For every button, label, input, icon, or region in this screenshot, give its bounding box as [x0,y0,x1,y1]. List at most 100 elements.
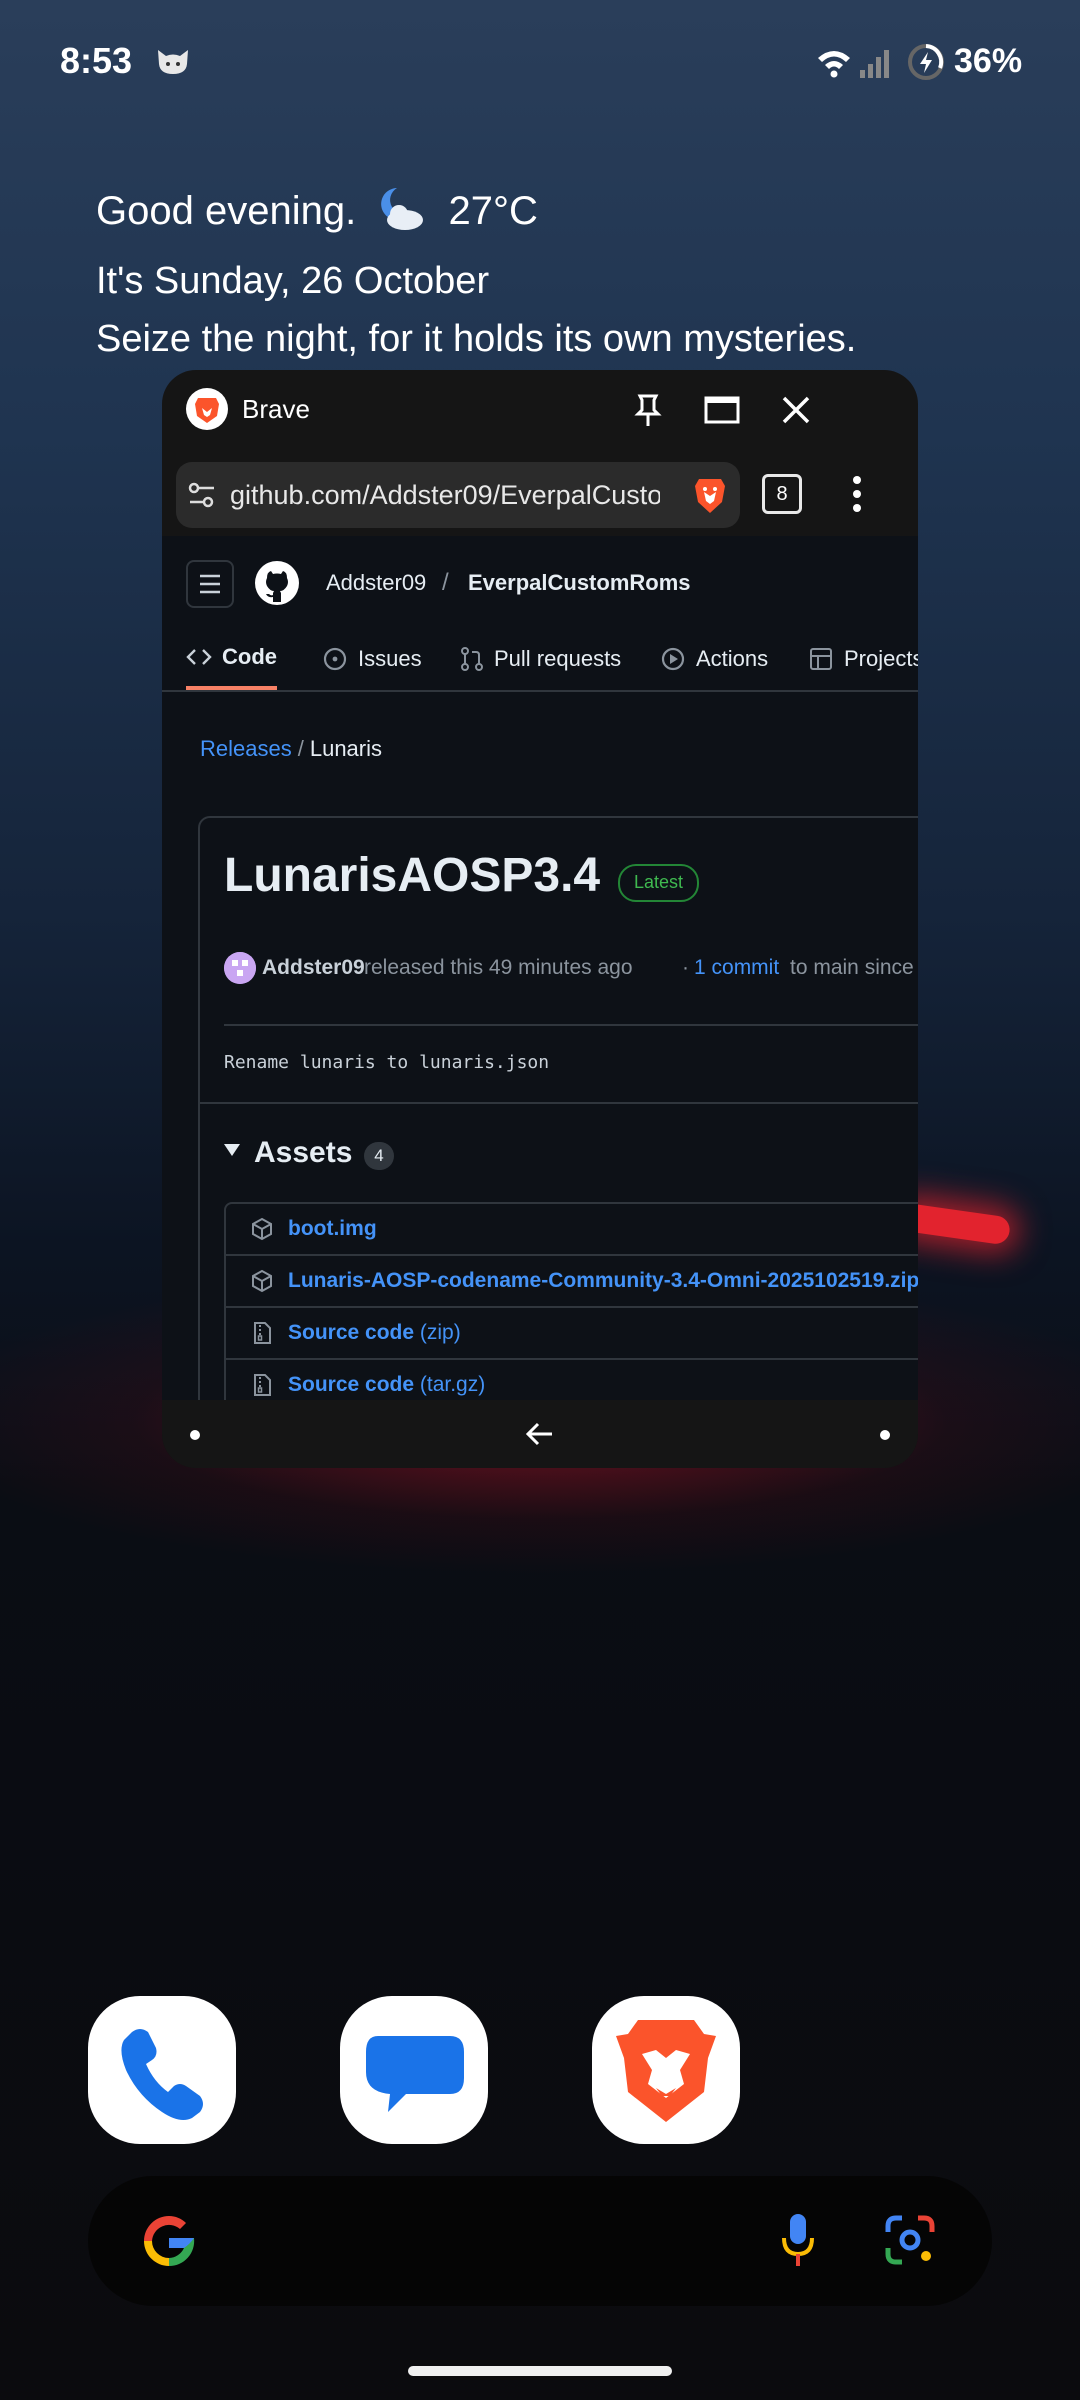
site-settings-icon[interactable] [186,479,218,511]
release-meta: Addster09 released this 49 minutes ago ·… [224,952,918,992]
release-card: LunarisAOSP3.4 Latest Addster09 released… [198,816,918,1400]
assets-count-badge: 4 [364,1142,394,1170]
release-time-text: released this 49 minutes ago [364,956,633,979]
release-breadcrumb: Releases / Lunaris [200,736,382,762]
avatar-pattern-icon [224,952,256,984]
repo-name-link[interactable]: EverpalCustomRoms [468,570,691,596]
breadcrumb-current: Lunaris [309,736,382,761]
github-logo-icon[interactable] [254,560,300,606]
messages-app-icon [366,2036,464,2112]
table-icon [810,648,832,670]
home-gesture-bar[interactable] [408,2366,672,2376]
tab-projects-label: Projects [844,646,918,671]
asset-link[interactable]: Source code (zip) [288,1321,461,1345]
asset-row[interactable]: Lunaris-AOSP-codename-Community-3.4-Omni… [226,1256,918,1308]
maximize-icon[interactable] [700,388,744,432]
brave-logo-icon [186,388,228,430]
brave-floating-window[interactable]: Brave github.com/Addster09/EverpalCustom… [162,370,918,1468]
date-line[interactable]: It's Sunday, 26 October [96,260,489,303]
cat-notification-icon [158,50,188,74]
url-text[interactable]: github.com/Addster09/EverpalCustomRoms [230,480,660,511]
asset-link[interactable]: Lunaris-AOSP-codename-Community-3.4-Omni… [288,1269,918,1293]
play-circle-icon [661,647,685,671]
package-icon [252,1217,272,1241]
meta-separator: · [682,956,689,979]
brave-app-icon [616,2020,716,2122]
release-author-link[interactable]: Addster09 [262,956,365,980]
file-zip-icon [254,1374,271,1396]
latest-badge: Latest [618,864,700,902]
status-bar: 8:53 36% [0,0,1080,130]
release-notes: Rename lunaris to lunaris.json [224,1052,550,1073]
hamburger-icon [200,574,220,594]
divider [200,1102,918,1104]
messages-app[interactable] [340,1996,488,2144]
tab-count-button[interactable]: 8 [762,474,802,514]
commits-since-text: to main since this release [790,956,918,979]
phone-app-icon [121,2029,203,2120]
window-nav-bar [162,1400,918,1468]
tab-code-label: Code [222,644,277,669]
repo-tabs: Code Issues Pull requests Actions Projec… [162,628,918,692]
asset-row[interactable]: Source code (tar.gz) [226,1360,918,1400]
repo-owner-link[interactable]: Addster09 [326,570,426,596]
battery-percent: 36% [954,42,1023,80]
releases-link[interactable]: Releases [200,736,292,761]
asset-link[interactable]: boot.img [288,1217,377,1241]
back-arrow-icon[interactable] [522,1418,558,1450]
brave-shields-icon[interactable] [690,475,730,517]
release-title: LunarisAOSP3.4 [224,849,601,902]
quote-line: Seize the night, for it holds its own my… [96,318,857,360]
package-icon [252,1269,272,1293]
nav-dot-right[interactable] [880,1430,890,1440]
disclosure-triangle-icon [224,1144,240,1156]
status-time: 8:53 [60,40,133,81]
repo-path-separator: / [442,569,449,596]
moon-cloud-weather-icon [381,188,424,230]
tab-actions-label: Actions [696,646,769,671]
issue-icon [323,647,347,671]
assets-list: boot.img Lunaris-AOSP-codename-Community… [224,1202,918,1400]
address-bar[interactable]: github.com/Addster09/EverpalCustomRoms [176,462,740,528]
google-search-bar[interactable] [88,2176,992,2306]
mic-icon[interactable] [778,2210,818,2272]
window-app-name: Brave [242,394,310,424]
google-lens-icon[interactable] [882,2212,938,2268]
tab-issues-label: Issues [358,646,422,671]
author-avatar[interactable] [224,952,256,984]
asset-row[interactable]: boot.img [226,1204,918,1256]
pin-icon[interactable] [626,388,670,432]
browser-toolbar: github.com/Addster09/EverpalCustomRoms 8 [162,450,918,536]
wifi-icon [818,51,850,78]
assets-label: Assets [254,1136,353,1169]
tab-actions[interactable]: Actions [660,628,768,690]
tab-pull-requests[interactable]: Pull requests [460,628,621,690]
brave-app[interactable] [592,1996,740,2144]
tab-projects[interactable]: Projects [808,628,918,690]
phone-app[interactable] [88,1996,236,2144]
google-icon [144,2216,195,2267]
pull-request-icon [461,647,483,671]
code-icon [186,649,212,665]
file-zip-icon [254,1322,271,1344]
tab-issues[interactable]: Issues [322,628,422,690]
greeting-text: Good evening. [96,189,357,233]
breadcrumb-separator: / [297,736,304,761]
asset-link[interactable]: Source code (tar.gz) [288,1373,485,1397]
battery-charging-icon [908,44,944,80]
github-release-page: Addster09 / EverpalCustomRoms Code Issue… [162,536,918,1400]
github-header: Addster09 / EverpalCustomRoms [162,536,918,628]
divider [224,1024,918,1026]
temperature-text: 27°C [448,189,538,233]
close-icon[interactable] [774,388,818,432]
hamburger-menu-button[interactable] [186,560,234,608]
commits-link[interactable]: 1 commit [694,956,779,980]
asset-row[interactable]: Source code (zip) [226,1308,918,1360]
greeting-line[interactable]: Good evening. 27°C [96,184,538,234]
window-titlebar[interactable]: Brave [162,370,918,450]
tab-pull-requests-label: Pull requests [494,646,622,671]
nav-dot-left[interactable] [190,1430,200,1440]
tab-code[interactable]: Code [186,628,277,690]
cell-signal-icon [860,50,889,78]
more-options-icon[interactable] [842,470,872,518]
